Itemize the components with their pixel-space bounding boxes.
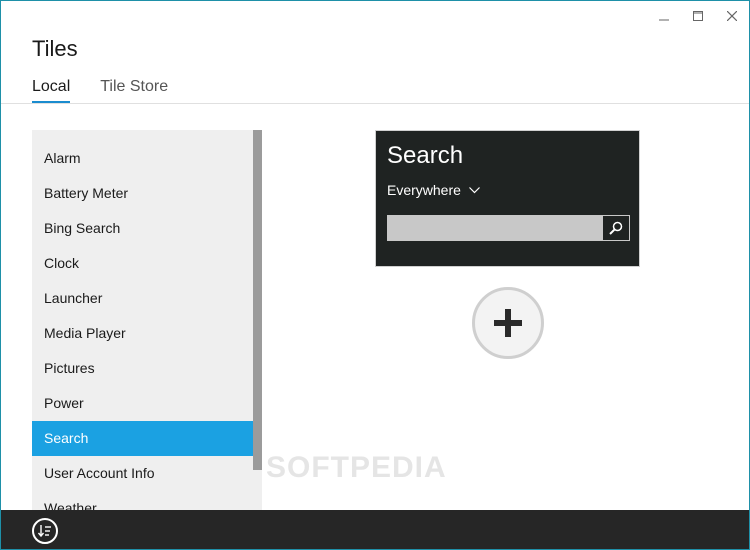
list-item[interactable]: Clock <box>32 246 253 281</box>
minimize-button[interactable] <box>647 1 681 31</box>
plus-icon <box>494 309 522 337</box>
tile-title: Search <box>387 142 464 169</box>
add-tile-button[interactable] <box>472 287 544 359</box>
close-button[interactable] <box>715 1 749 31</box>
chevron-down-icon <box>468 186 480 193</box>
sort-button[interactable] <box>32 518 58 544</box>
tile-list: Alarm Battery Meter Bing Search Clock La… <box>32 141 253 510</box>
bottom-app-bar <box>1 510 749 549</box>
list-item[interactable]: Launcher <box>32 281 253 316</box>
tile-search-input[interactable] <box>387 215 602 241</box>
scope-dropdown[interactable]: Everywhere <box>387 182 480 198</box>
list-item[interactable]: Bing Search <box>32 211 253 246</box>
list-item[interactable]: Battery Meter <box>32 176 253 211</box>
list-item[interactable]: Power <box>32 386 253 421</box>
list-item[interactable]: Alarm <box>32 141 253 176</box>
tab-bar: Local Tile Store <box>32 78 168 103</box>
scope-dropdown-label: Everywhere <box>387 182 461 198</box>
tile-search-button[interactable] <box>602 215 630 241</box>
list-item[interactable]: Weather <box>32 491 253 510</box>
tile-search-box <box>387 215 630 241</box>
sort-down-icon <box>38 525 51 538</box>
list-item[interactable]: Pictures <box>32 351 253 386</box>
app-window: Tiles Local Tile Store Alarm Battery Met… <box>0 0 750 550</box>
tab-tile-store[interactable]: Tile Store <box>100 78 168 103</box>
magnifier-icon <box>609 221 623 235</box>
tile-list-panel: Alarm Battery Meter Bing Search Clock La… <box>32 130 262 510</box>
watermark: SOFTPEDIA <box>266 451 447 484</box>
minimize-icon <box>659 19 669 21</box>
window-controls <box>647 1 749 31</box>
maximize-button[interactable] <box>681 1 715 31</box>
close-icon <box>727 11 737 21</box>
list-item[interactable]: Media Player <box>32 316 253 351</box>
page-title: Tiles <box>32 36 78 61</box>
maximize-icon <box>693 11 703 21</box>
search-tile-preview: Search Everywhere <box>375 130 640 267</box>
header-divider <box>1 103 749 104</box>
list-item-selected[interactable]: Search <box>32 421 253 456</box>
list-item[interactable]: User Account Info <box>32 456 253 491</box>
list-scrollbar[interactable] <box>253 130 262 470</box>
tab-local[interactable]: Local <box>32 78 71 103</box>
